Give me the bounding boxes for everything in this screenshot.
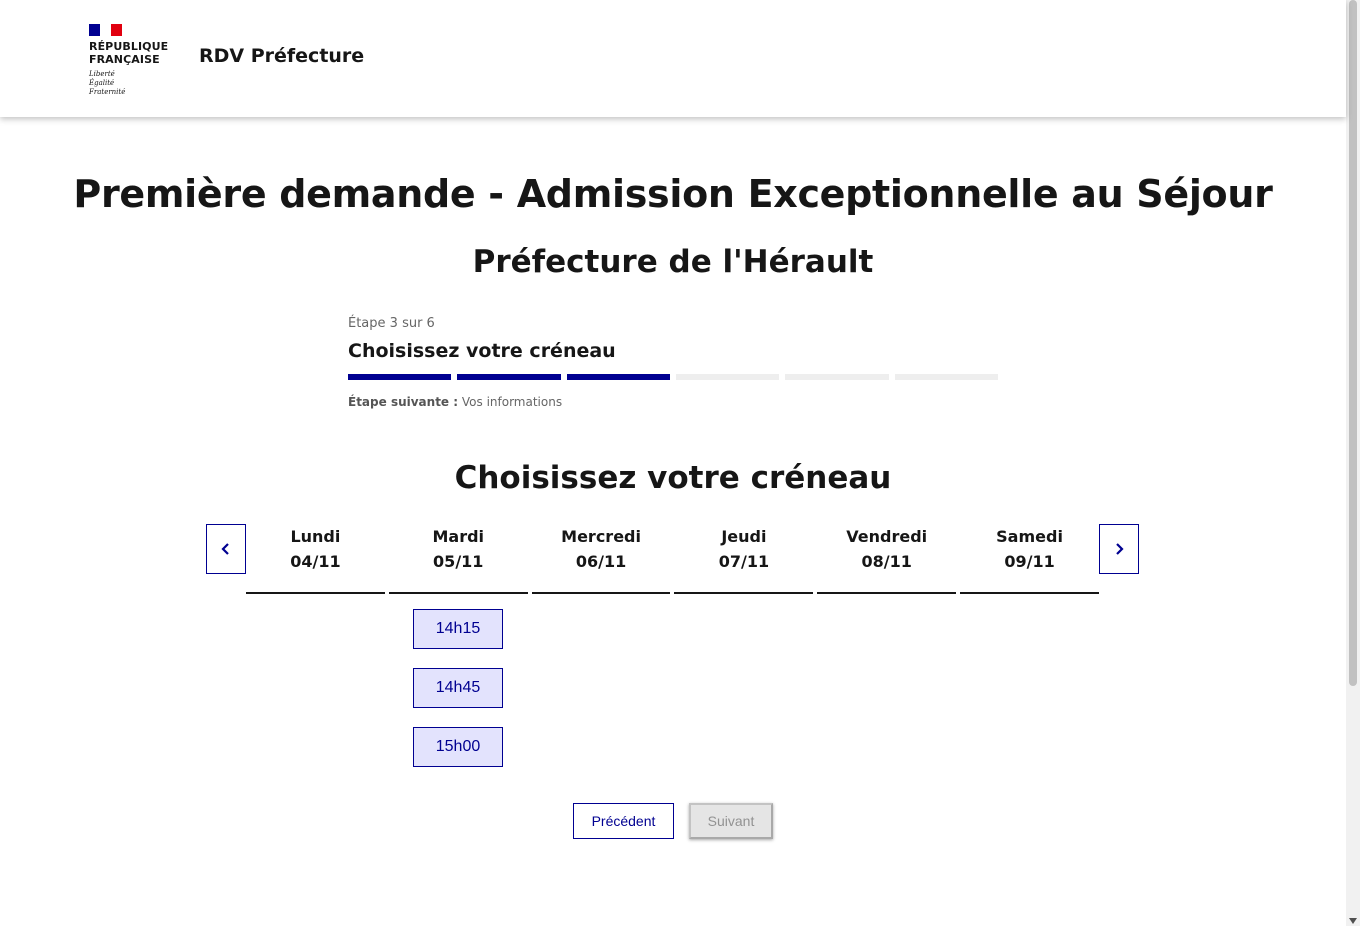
- day-date: 08/11: [861, 552, 912, 571]
- day-column-samedi: Samedi 09/11: [960, 524, 1099, 594]
- step-bar-4: [675, 374, 780, 380]
- step-bar-1: [348, 374, 452, 380]
- day-name: Lundi: [290, 527, 341, 546]
- chevron-right-icon: [1116, 543, 1124, 555]
- page-title: Première demande - Admission Exceptionne…: [73, 172, 1273, 216]
- chevron-left-icon: [221, 543, 229, 555]
- day-date: 05/11: [433, 552, 484, 571]
- logo-text: RÉPUBLIQUE FRANÇAISE: [89, 40, 169, 66]
- day-name: Jeudi: [721, 527, 767, 546]
- calendar-days: Lundi 04/11 Mardi 05/11 Mercredi 06/11 J…: [246, 524, 1099, 594]
- next-step-label: Étape suivante :: [348, 395, 459, 409]
- next-week-button[interactable]: [1099, 524, 1139, 574]
- scroll-down-arrow-icon[interactable]: [1349, 918, 1357, 924]
- step-bar-6: [894, 374, 998, 380]
- step-bar-2: [457, 374, 561, 380]
- day-name: Mercredi: [561, 527, 641, 546]
- day-column-jeudi: Jeudi 07/11: [674, 524, 814, 594]
- motto-text: Liberté Égalité Fraternité: [89, 70, 126, 96]
- step-bar-5: [785, 374, 889, 380]
- scrollbar-thumb[interactable]: [1349, 0, 1357, 686]
- day-name: Vendredi: [846, 527, 928, 546]
- site-header: RÉPUBLIQUE FRANÇAISE Liberté Égalité Fra…: [0, 0, 1346, 117]
- time-slot-button[interactable]: 14h45: [413, 668, 503, 708]
- day-name: Samedi: [996, 527, 1063, 546]
- step-title: Choisissez votre créneau: [348, 340, 616, 362]
- day-date: 09/11: [1004, 552, 1055, 571]
- next-step-value: Vos informations: [461, 395, 563, 409]
- day-date: 04/11: [290, 552, 341, 571]
- day-column-vendredi: Vendredi 08/11: [817, 524, 957, 594]
- service-title[interactable]: RDV Préfecture: [199, 45, 364, 67]
- day-column-mardi: Mardi 05/11: [388, 524, 528, 594]
- day-date: 07/11: [718, 552, 770, 571]
- step-bar-3: [566, 374, 670, 380]
- marianne-flag-icon: [89, 24, 122, 36]
- vertical-scrollbar[interactable]: [1346, 0, 1360, 926]
- stepper: Étape 3 sur 6 Choisissez votre créneau É…: [348, 316, 998, 409]
- next-step-info: Étape suivante : Vos informations: [348, 395, 998, 409]
- prefecture-title: Préfecture de l'Hérault: [472, 244, 874, 280]
- calendar-title: Choisissez votre créneau: [454, 460, 892, 496]
- time-slot-button[interactable]: 15h00: [413, 727, 503, 767]
- day-column-lundi: Lundi 04/11: [246, 524, 385, 594]
- republique-francaise-logo[interactable]: RÉPUBLIQUE FRANÇAISE Liberté Égalité Fra…: [89, 24, 169, 97]
- day-name: Mardi: [432, 527, 485, 546]
- day-date: 06/11: [575, 552, 627, 571]
- previous-button[interactable]: Précédent: [573, 803, 674, 839]
- step-progress-bar: [348, 374, 998, 380]
- previous-week-button[interactable]: [206, 524, 246, 574]
- time-slot-button[interactable]: 14h15: [413, 609, 503, 649]
- next-button[interactable]: Suivant: [689, 803, 773, 839]
- step-state: Étape 3 sur 6: [348, 316, 435, 331]
- day-column-mercredi: Mercredi 06/11: [531, 524, 671, 594]
